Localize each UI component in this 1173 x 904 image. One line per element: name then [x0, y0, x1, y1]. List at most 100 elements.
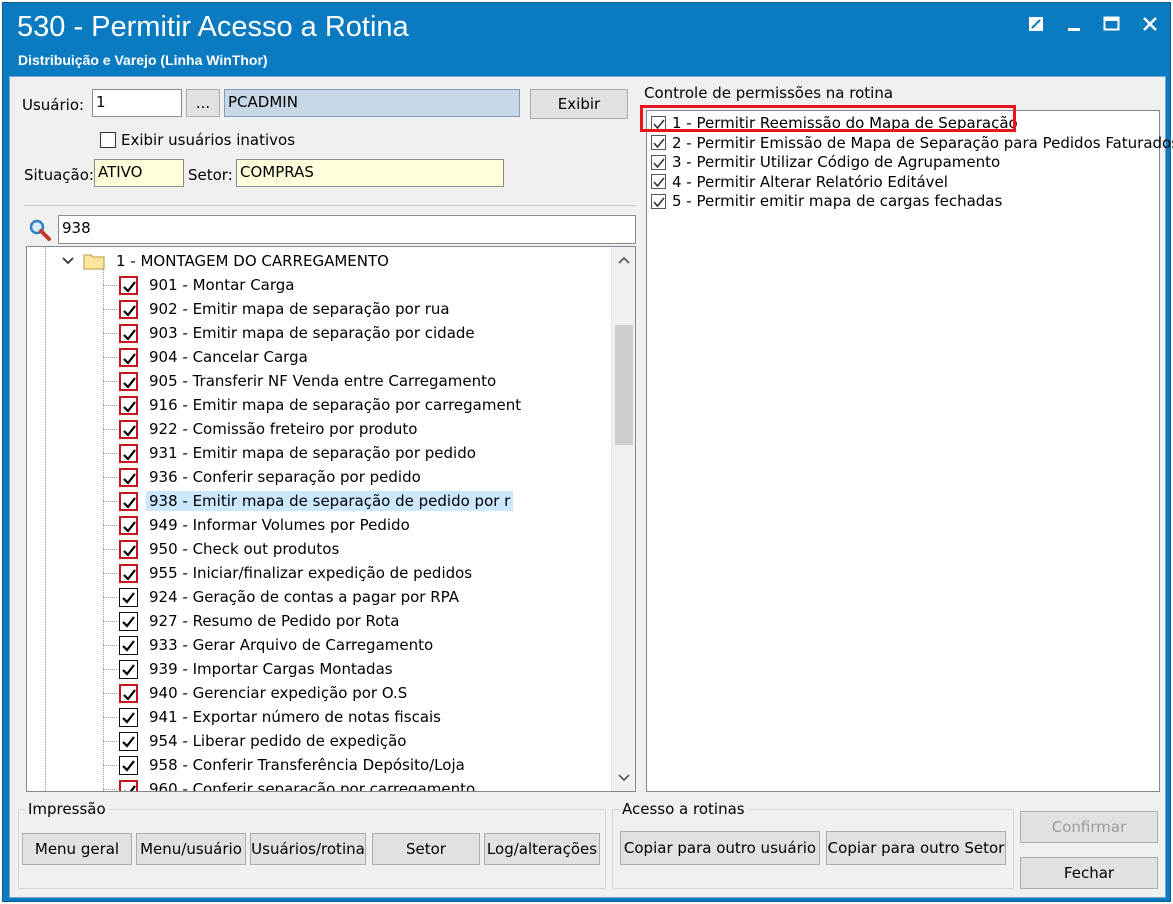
- setor-button[interactable]: Setor: [372, 833, 480, 865]
- scroll-up-icon[interactable]: [612, 249, 635, 271]
- tree-item-checkbox[interactable]: [119, 275, 138, 295]
- tree-item-checkbox[interactable]: [119, 731, 138, 751]
- tree-item-checkbox[interactable]: [119, 563, 138, 583]
- tree-item-label: 955 - Iniciar/finalizar expedição de ped…: [149, 564, 473, 582]
- title-bar: 530 - Permitir Acesso a Rotina Distribui…: [3, 3, 1170, 71]
- usuarios-rotina-button[interactable]: Usuários/rotina: [250, 833, 366, 865]
- tree-item[interactable]: 916 - Emitir mapa de separação por carre…: [119, 393, 524, 417]
- chevron-down-icon[interactable]: [61, 255, 75, 267]
- scroll-down-icon[interactable]: [612, 767, 635, 789]
- tree-item-checkbox[interactable]: [119, 347, 138, 367]
- permission-item[interactable]: 3 - Permitir Utilizar Código de Agrupame…: [651, 152, 1000, 172]
- search-input[interactable]: 938: [58, 215, 636, 244]
- situacao-label: Situação:: [24, 166, 94, 184]
- tree-item[interactable]: 927 - Resumo de Pedido por Rota: [119, 609, 402, 633]
- copy-to-sector-button[interactable]: Copiar para outro Setor: [826, 831, 1006, 865]
- permission-item[interactable]: 2 - Permitir Emissão de Mapa de Separaçã…: [651, 133, 1173, 153]
- permission-checkbox[interactable]: [651, 135, 666, 150]
- tree-item-label: 938 - Emitir mapa de separação de pedido…: [146, 491, 514, 511]
- routine-tree: 1 - MONTAGEM DO CARREGAMENTO 901 - Monta…: [26, 246, 636, 792]
- tree-item[interactable]: 941 - Exportar número de notas fiscais: [119, 705, 444, 729]
- fechar-button[interactable]: Fechar: [1020, 857, 1158, 889]
- tree-item[interactable]: 936 - Conferir separação por pedido: [119, 465, 424, 489]
- close-icon[interactable]: [1140, 15, 1160, 33]
- tree-item-checkbox[interactable]: [119, 467, 138, 487]
- inactive-users-checkbox[interactable]: Exibir usuários inativos: [100, 131, 295, 149]
- user-lookup-button[interactable]: ...: [186, 89, 220, 117]
- exibir-button[interactable]: Exibir: [530, 89, 628, 119]
- user-name-field: PCADMIN: [224, 89, 520, 117]
- tree-item[interactable]: 903 - Emitir mapa de separação por cidad…: [119, 321, 478, 345]
- permission-label: 4 - Permitir Alterar Relatório Editável: [672, 172, 948, 191]
- tree-item-checkbox[interactable]: [119, 515, 138, 535]
- tree-item[interactable]: 939 - Importar Cargas Montadas: [119, 657, 396, 681]
- menu-geral-button[interactable]: Menu geral: [22, 833, 132, 865]
- tree-root-node[interactable]: 1 - MONTAGEM DO CARREGAMENTO: [61, 249, 392, 273]
- tree-item[interactable]: 924 - Geração de contas a pagar por RPA: [119, 585, 462, 609]
- tree-item[interactable]: 922 - Comissão freteiro por produto: [119, 417, 420, 441]
- tree-item-checkbox[interactable]: [119, 443, 138, 463]
- tree-item-label: 940 - Gerenciar expedição por O.S: [149, 684, 408, 702]
- tree-item-label: 954 - Liberar pedido de expedição: [149, 732, 407, 750]
- permission-checkbox[interactable]: [651, 154, 666, 170]
- tree-item-checkbox[interactable]: [119, 539, 138, 559]
- maximize-icon[interactable]: [1102, 15, 1122, 33]
- window-title: 530 - Permitir Acesso a Rotina: [17, 11, 409, 43]
- tree-item-label: 904 - Cancelar Carga: [149, 348, 308, 366]
- tree-item[interactable]: 905 - Transferir NF Venda entre Carregam…: [119, 369, 499, 393]
- tree-item-checkbox[interactable]: [119, 299, 138, 319]
- tree-item-checkbox[interactable]: [119, 371, 138, 391]
- scroll-thumb[interactable]: [615, 325, 633, 445]
- tree-item[interactable]: 940 - Gerenciar expedição por O.S: [119, 681, 410, 705]
- tree-item-label: 939 - Importar Cargas Montadas: [149, 660, 393, 678]
- tree-item-checkbox[interactable]: [119, 611, 138, 631]
- tree-scrollbar[interactable]: [611, 247, 635, 791]
- impressao-title: Impressão: [25, 800, 109, 818]
- tree-item-checkbox[interactable]: [119, 683, 138, 703]
- tree-item-checkbox[interactable]: [119, 395, 138, 415]
- permission-item[interactable]: 4 - Permitir Alterar Relatório Editável: [651, 172, 948, 192]
- setor-field[interactable]: COMPRAS: [236, 159, 504, 187]
- permission-checkbox[interactable]: [651, 193, 666, 209]
- situacao-field[interactable]: ATIVO: [94, 159, 184, 187]
- tree-item-checkbox[interactable]: [119, 779, 138, 791]
- copy-to-user-button[interactable]: Copiar para outro usuário: [620, 831, 820, 865]
- tree-item[interactable]: 950 - Check out produtos: [119, 537, 342, 561]
- permission-item[interactable]: 5 - Permitir emitir mapa de cargas fecha…: [651, 191, 1002, 211]
- permission-label: 2 - Permitir Emissão de Mapa de Separaçã…: [672, 133, 1173, 152]
- tree-item-checkbox[interactable]: [119, 659, 138, 679]
- tree-item-checkbox[interactable]: [119, 491, 138, 511]
- tree-item-label: 931 - Emitir mapa de separação por pedid…: [149, 444, 476, 462]
- tree-item-checkbox[interactable]: [119, 323, 138, 343]
- tree-item-label: 960 - Conferir separação por carregament…: [149, 780, 476, 792]
- tree-item[interactable]: 904 - Cancelar Carga: [119, 345, 311, 369]
- tree-item[interactable]: 902 - Emitir mapa de separação por rua: [119, 297, 453, 321]
- tree-item-label: 901 - Montar Carga: [149, 276, 295, 294]
- tree-item-checkbox[interactable]: [119, 587, 138, 607]
- tree-item-checkbox[interactable]: [119, 755, 138, 775]
- tree-item-label: 903 - Emitir mapa de separação por cidad…: [149, 324, 475, 342]
- tree-item[interactable]: 931 - Emitir mapa de separação por pedid…: [119, 441, 479, 465]
- window-subtitle: Distribuição e Varejo (Linha WinThor): [18, 52, 268, 68]
- tree-item-checkbox[interactable]: [119, 419, 138, 439]
- tree-item[interactable]: 933 - Gerar Arquivo de Carregamento: [119, 633, 436, 657]
- tree-item-checkbox[interactable]: [119, 635, 138, 655]
- tree-item-checkbox[interactable]: [119, 707, 138, 727]
- tree-item[interactable]: 954 - Liberar pedido de expedição: [119, 729, 409, 753]
- inactive-users-box[interactable]: [100, 132, 116, 148]
- confirmar-button[interactable]: Confirmar: [1020, 811, 1158, 843]
- tree-item[interactable]: 938 - Emitir mapa de separação de pedido…: [119, 489, 514, 513]
- tree-item[interactable]: 955 - Iniciar/finalizar expedição de ped…: [119, 561, 475, 585]
- setor-label: Setor:: [188, 166, 233, 184]
- tree-item[interactable]: 958 - Conferir Transferência Depósito/Lo…: [119, 753, 468, 777]
- tree-item[interactable]: 901 - Montar Carga: [119, 273, 298, 297]
- restore-layout-icon[interactable]: [1026, 15, 1046, 33]
- menu-usuario-button[interactable]: Menu/usuário: [136, 833, 246, 865]
- usuario-input[interactable]: 1: [92, 89, 182, 117]
- permission-checkbox[interactable]: [651, 174, 666, 189]
- minimize-icon[interactable]: [1064, 15, 1084, 33]
- tree-item[interactable]: 960 - Conferir separação por carregament…: [119, 777, 478, 792]
- log-alteracoes-button[interactable]: Log/alterações: [484, 833, 600, 865]
- tree-item[interactable]: 949 - Informar Volumes por Pedido: [119, 513, 413, 537]
- permission-label: 5 - Permitir emitir mapa de cargas fecha…: [672, 192, 1003, 210]
